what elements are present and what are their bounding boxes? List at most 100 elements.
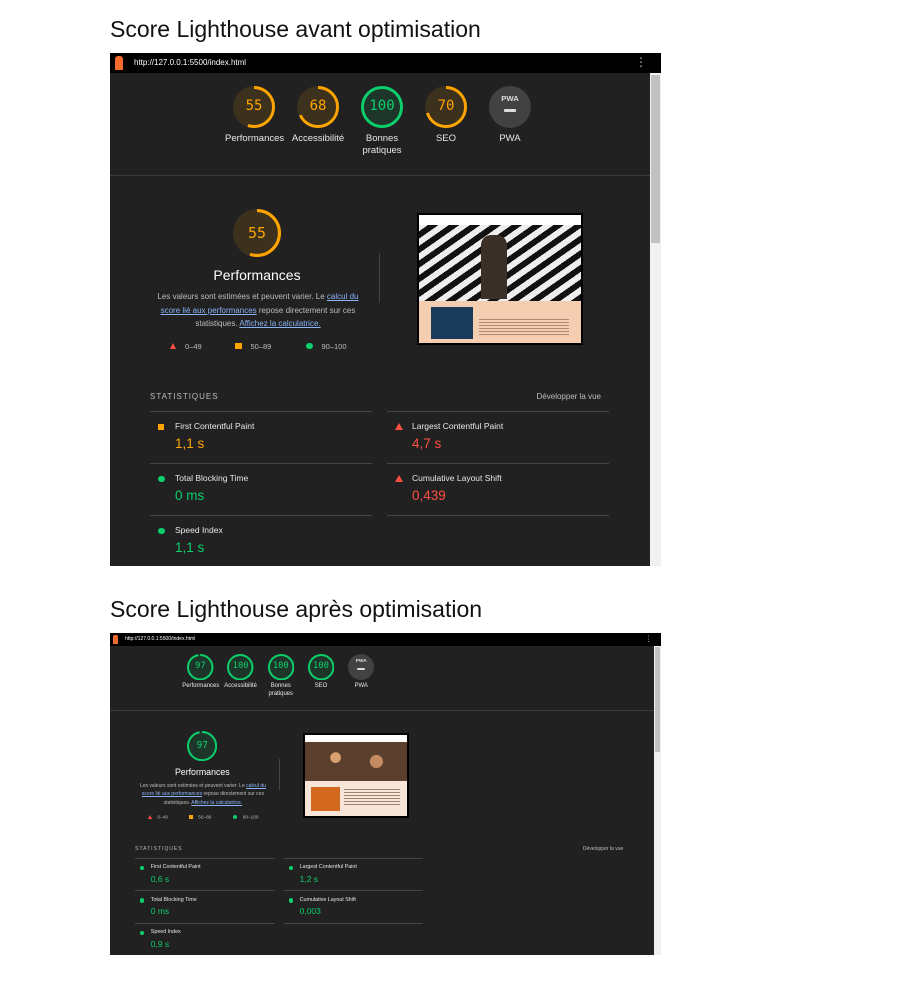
lighthouse-logo-icon [113, 634, 119, 644]
metric-separator [150, 463, 372, 464]
average-square-icon [158, 423, 165, 430]
pwa-badge-text: PWA [355, 658, 367, 664]
page-screenshot-thumbnail[interactable] [302, 733, 409, 818]
perf-desc-text-1: Les valeurs sont estimées et peuvent var… [139, 782, 247, 789]
legend-average: 50–89 [235, 341, 271, 351]
pwa-dash-icon [504, 109, 516, 112]
metric-separator [135, 890, 275, 892]
metric-separator [283, 890, 424, 892]
kebab-menu-icon[interactable]: ⋮ [645, 635, 653, 643]
metric-separator [135, 857, 275, 859]
score-gauge-4[interactable]: PWA PWA [343, 653, 379, 691]
metric-name: Largest Contentful Paint [412, 421, 504, 431]
gauge-label: Accessibilité [224, 683, 257, 690]
metric-separator [150, 515, 372, 516]
metric-value: 0 ms [150, 906, 170, 917]
gauge-label: PWA [354, 683, 368, 690]
gauge-label: PWA [499, 133, 521, 145]
thumb-content-photo [311, 786, 340, 811]
fail-triangle-icon [395, 423, 403, 431]
metric-2: Total Blocking Time 0 ms [150, 463, 372, 515]
metric-3: Cumulative Layout Shift 0,003 [283, 890, 424, 925]
pass-circle-icon [140, 930, 145, 936]
score-gauge-4[interactable]: PWA PWA [481, 86, 539, 145]
gauge-label: Accessibilité [291, 133, 345, 145]
score-gauge-0[interactable]: 97 Performances [182, 653, 219, 691]
average-square-icon [235, 342, 242, 350]
report-url[interactable]: http://127.0.0.1:5500/index.html [134, 58, 246, 67]
gauge-score: 70 [437, 98, 455, 115]
scrollbar-thumb[interactable] [651, 75, 660, 243]
metric-name: First Contentful Paint [150, 864, 201, 871]
gauge-label: Bonnes pratiques [268, 683, 294, 697]
performance-main-gauge[interactable]: 55 [233, 209, 281, 257]
metric-separator [283, 923, 424, 925]
page-screenshot-thumbnail[interactable] [417, 213, 583, 345]
metric-1: Largest Contentful Paint 4,7 s [387, 411, 609, 463]
metric-value: 0,6 s [150, 873, 170, 884]
performance-main-gauge[interactable]: 97 [187, 730, 218, 762]
expand-view-toggle[interactable]: Développer la vue [537, 392, 601, 401]
thumb-content-photo [431, 307, 473, 339]
metric-name: Cumulative Layout Shift [299, 896, 356, 903]
score-gauge-3[interactable]: 70 SEO [417, 86, 475, 145]
metric-value: 0 ms [175, 488, 205, 503]
gauge-score: 100 [272, 661, 289, 672]
metric-name: Total Blocking Time [175, 473, 249, 483]
score-gauge-2[interactable]: 100 Bonnes pratiques [263, 653, 299, 698]
gauge-score: 97 [195, 661, 206, 672]
metric-name: Cumulative Layout Shift [412, 473, 502, 483]
heading-before: Score Lighthouse avant optimisation [110, 16, 481, 42]
browser-topbar: http://127.0.0.1:5500/index.html ⋮ [110, 53, 661, 73]
expand-view-toggle[interactable]: Développer la vue [583, 846, 623, 852]
report-url[interactable]: http://127.0.0.1:5500/index.html [125, 636, 195, 642]
thumb-text-lines [479, 319, 569, 337]
metric-separator [387, 411, 609, 412]
metric-2: Total Blocking Time 0 ms [135, 890, 275, 923]
scrollbar-thumb[interactable] [655, 646, 660, 753]
metric-value: 0,003 [299, 906, 321, 917]
legend-range: 0–49 [157, 814, 168, 820]
metric-name: Total Blocking Time [150, 896, 197, 903]
legend-fail: 0–49 [170, 341, 202, 351]
legend-range: 90–100 [321, 341, 347, 351]
perf-score: 55 [247, 223, 267, 242]
kebab-menu-icon[interactable]: ⋮ [635, 56, 647, 68]
pass-circle-icon [288, 865, 294, 870]
score-gauge-1[interactable]: 68 Accessibilité [289, 86, 347, 145]
metric-separator [283, 857, 424, 859]
pass-circle-icon [306, 342, 313, 350]
calculator-link[interactable]: Affichez la calculatrice. [191, 800, 242, 806]
legend-range: 50–89 [198, 814, 212, 820]
pwa-badge-text: PWA [501, 94, 519, 104]
metric-3: Cumulative Layout Shift 0,439 [387, 463, 609, 516]
score-gauge-1[interactable]: 100 Accessibilité [222, 653, 258, 691]
score-gauge-3[interactable]: 100 SEO [303, 653, 339, 691]
legend-pass: 90–100 [306, 341, 347, 351]
metric-value: 0,439 [412, 488, 446, 503]
metric-value: 1,1 s [175, 436, 205, 451]
perf-score: 97 [196, 740, 208, 752]
scrollbar[interactable] [650, 73, 661, 566]
perf-vertical-divider [278, 758, 280, 790]
score-gauge-2[interactable]: 100 Bonnes pratiques [353, 86, 411, 157]
perf-description: Les valeurs sont estimées et peuvent var… [154, 290, 362, 331]
gauge-label: Performances [225, 133, 285, 145]
lighthouse-report-after: http://127.0.0.1:5500/index.html ⋮ 97 Perfo… [110, 633, 661, 955]
perf-title: Performances [174, 767, 230, 778]
metric-separator [150, 411, 372, 412]
legend-range: 90–100 [242, 814, 259, 820]
metric-0: First Contentful Paint 1,1 s [150, 411, 372, 463]
lighthouse-report-before: http://127.0.0.1:5500/index.html ⋮ 55 Perfo… [110, 53, 661, 566]
metric-4: Speed Index 1,1 s [150, 515, 372, 566]
calculator-link[interactable]: Affichez la calculatrice. [239, 319, 320, 328]
score-gauge-0[interactable]: 55 Performances [225, 86, 285, 145]
metric-separator [387, 463, 609, 464]
average-square-icon [188, 814, 193, 819]
legend-pass: 90–100 [233, 814, 259, 820]
gauge-score: 100 [232, 661, 249, 672]
perf-vertical-divider [379, 253, 380, 303]
scrollbar[interactable] [654, 645, 661, 955]
metric-1: Largest Contentful Paint 1,2 s [283, 857, 424, 891]
pass-circle-icon [140, 865, 145, 870]
